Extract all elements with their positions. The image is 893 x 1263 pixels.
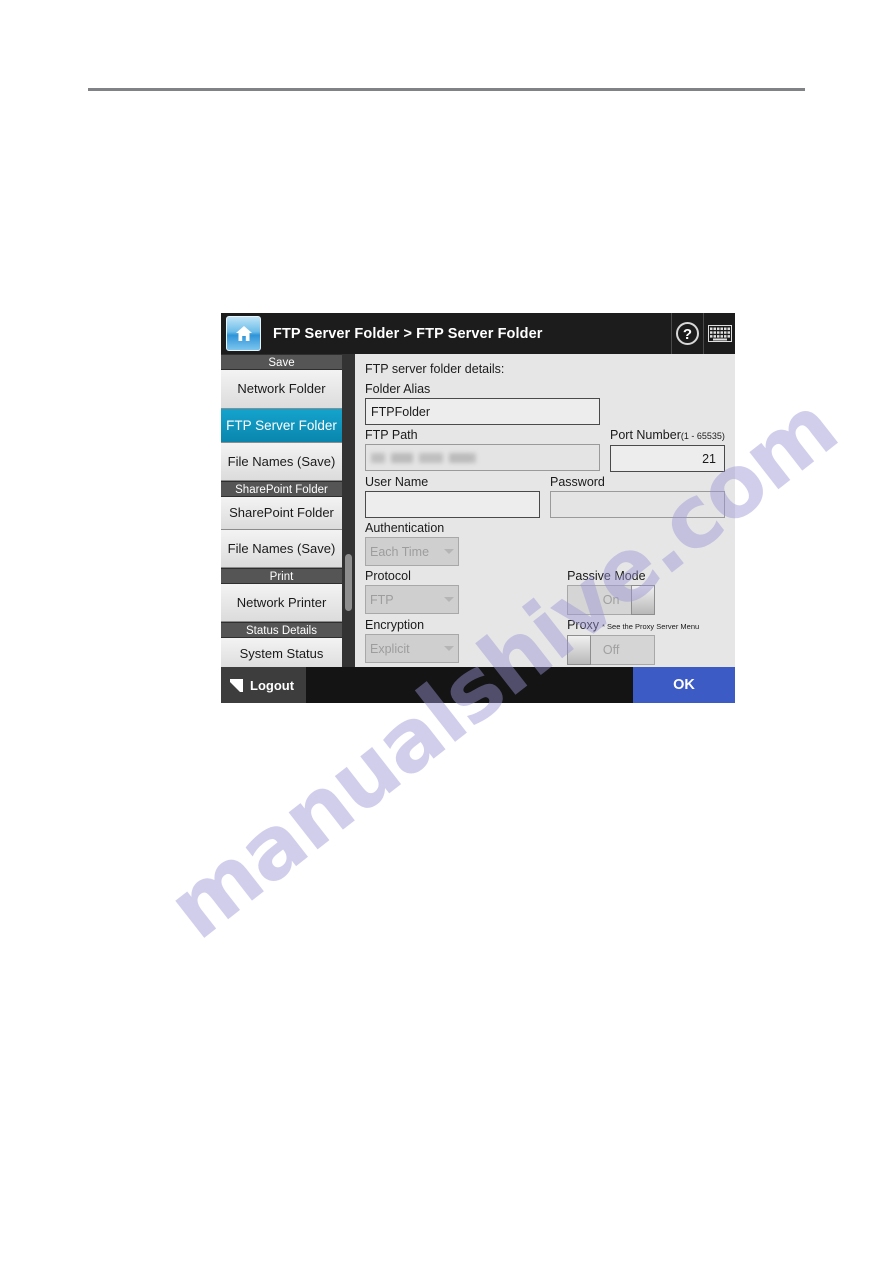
proxy-toggle[interactable]: Off [567,635,656,665]
sidebar-item-network-folder[interactable]: Network Folder [221,370,342,409]
logout-button[interactable]: Logout [221,667,306,703]
protocol-group: Protocol FTP [365,569,577,615]
sidebar-item-file-names-save[interactable]: File Names (Save) [221,443,342,481]
page-header-rule [88,88,805,91]
home-icon [235,326,252,341]
user-name-group: User Name [365,475,560,518]
chevron-down-icon [444,597,454,602]
authentication-select[interactable]: Each Time [365,537,459,566]
panel-footer: Logout OK [221,667,735,703]
password-input[interactable] [550,491,725,518]
toggle-knob [631,585,656,615]
ftp-path-redacted-value [371,452,476,463]
password-group: Password [550,475,725,518]
passive-mode-label: Passive Mode [567,569,646,583]
header-icon-group: ? [671,313,735,354]
sidebar-item-sharepoint-folder[interactable]: SharePoint Folder [221,497,342,530]
folder-alias-input[interactable]: FTPFolder [365,398,600,425]
port-number-label: Port Number(1 - 65535) [610,428,725,444]
panel-body: Save Network Folder FTP Server Folder Fi… [221,354,735,667]
scanner-touch-panel: FTP Server Folder > FTP Server Folder ? [221,313,735,703]
encryption-select[interactable]: Explicit [365,634,459,663]
proxy-label: Proxy * See the Proxy Server Menu [567,618,725,634]
sidebar-group-header-save: Save [221,354,342,370]
encryption-value: Explicit [370,641,410,656]
logout-icon [230,678,243,692]
ftp-path-label: FTP Path [365,428,418,442]
ok-button[interactable]: OK [633,667,735,703]
proxy-label-text: Proxy [567,618,600,632]
sidebar-item-network-printer[interactable]: Network Printer [221,584,342,622]
sidebar-scrollbar[interactable] [342,354,355,667]
settings-form: FTP server folder details: Folder Alias … [355,354,735,667]
sidebar-item-system-status[interactable]: System Status [221,638,342,667]
user-name-input[interactable] [365,491,540,518]
protocol-label: Protocol [365,569,411,583]
authentication-value: Each Time [370,544,430,559]
form-title: FTP server folder details: [365,362,505,376]
toggle-knob [567,635,592,665]
sidebar-item-file-names-save-2[interactable]: File Names (Save) [221,530,342,568]
sidebar: Save Network Folder FTP Server Folder Fi… [221,354,342,667]
sidebar-group-header-print: Print [221,568,342,584]
footer-spacer [306,667,633,703]
sidebar-group-header-sharepoint-folder: SharePoint Folder [221,481,342,497]
passive-mode-toggle[interactable]: On [567,585,656,615]
port-number-input[interactable]: 21 [610,445,725,472]
keyboard-icon [707,325,732,342]
keyboard-button[interactable] [703,313,735,354]
ftp-path-group: FTP Path [365,428,600,472]
authentication-label: Authentication [365,521,445,535]
home-button[interactable] [226,316,261,351]
sidebar-scrollbar-thumb[interactable] [345,554,352,611]
logout-label: Logout [250,677,295,693]
proxy-note: * See the Proxy Server Menu [602,622,700,631]
authentication-group: Authentication Each Time [365,521,725,566]
sidebar-group-header-status-details: Status Details [221,622,342,638]
breadcrumb: FTP Server Folder > FTP Server Folder [273,325,543,342]
port-number-group: Port Number(1 - 65535) 21 [610,428,725,472]
panel-header: FTP Server Folder > FTP Server Folder ? [221,313,735,354]
port-number-label-text: Port Number [610,428,681,442]
proxy-group: Proxy * See the Proxy Server Menu Off [567,618,725,665]
folder-alias-label: Folder Alias [365,382,431,396]
protocol-select[interactable]: FTP [365,585,459,614]
chevron-down-icon [444,549,454,554]
encryption-group: Encryption Explicit [365,618,577,665]
help-icon: ? [676,322,699,345]
passive-mode-group: Passive Mode On [567,569,725,615]
ftp-path-input[interactable] [365,444,600,471]
encryption-label: Encryption [365,618,425,632]
sidebar-item-ftp-server-folder[interactable]: FTP Server Folder [221,409,342,443]
password-label: Password [550,475,605,489]
help-button[interactable]: ? [671,313,703,354]
chevron-down-icon [444,646,454,651]
protocol-value: FTP [370,592,394,607]
port-number-range-hint: (1 - 65535) [680,431,725,441]
user-name-label: User Name [365,475,429,489]
proxy-value: Off [602,643,620,657]
passive-mode-value: On [602,593,620,607]
